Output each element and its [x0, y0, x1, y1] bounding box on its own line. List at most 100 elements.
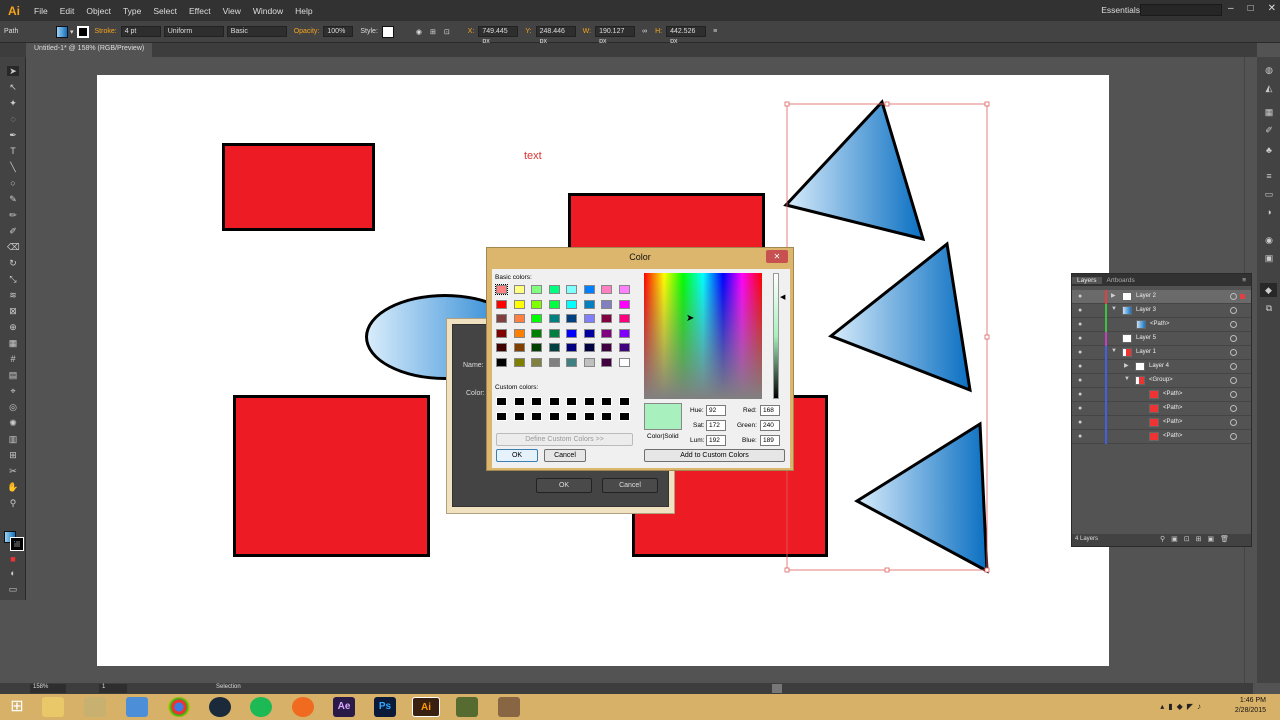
layer-row[interactable]: ● ▼ Layer 3: [1072, 304, 1251, 318]
basic-color-swatch[interactable]: [531, 343, 542, 353]
menu-type[interactable]: Type: [117, 6, 147, 16]
basic-color-swatch[interactable]: [618, 358, 630, 367]
magic-wand-tool-icon[interactable]: ✦: [7, 98, 19, 108]
current-tool-status[interactable]: Selection: [216, 684, 241, 690]
basic-color-swatch[interactable]: [531, 314, 542, 324]
layer-row[interactable]: ● <Path>: [1072, 430, 1251, 444]
free-transform-tool-icon[interactable]: ⊠: [7, 306, 19, 316]
canvas-text-object[interactable]: text: [524, 150, 542, 162]
basic-color-swatch[interactable]: [618, 343, 630, 353]
minimize-icon[interactable]: –: [1228, 3, 1234, 14]
basic-color-swatch[interactable]: [548, 328, 560, 338]
layer-row[interactable]: ● ▶ Layer 2: [1072, 290, 1251, 304]
basic-color-swatch[interactable]: [601, 314, 612, 324]
eye-icon[interactable]: ●: [1078, 321, 1082, 328]
expand-icon[interactable]: ▶: [1111, 292, 1116, 299]
eraser-tool-icon[interactable]: ⌫: [7, 242, 20, 252]
basic-color-swatch[interactable]: [618, 328, 630, 338]
ok-button[interactable]: OK: [496, 449, 538, 462]
collapse-icon[interactable]: ▼: [1124, 376, 1130, 382]
red-rectangle[interactable]: [233, 395, 430, 557]
basic-color-swatch[interactable]: [531, 285, 542, 294]
custom-color-swatch[interactable]: [618, 397, 630, 406]
basic-color-swatch[interactable]: [583, 285, 595, 294]
basic-color-swatch[interactable]: [548, 358, 560, 367]
tab-artboards[interactable]: Artboards: [1102, 277, 1140, 284]
basic-color-swatch[interactable]: [513, 285, 525, 294]
link-proportions-icon[interactable]: ∞: [638, 28, 651, 35]
menu-file[interactable]: File: [28, 6, 54, 16]
basic-color-swatch[interactable]: [583, 299, 595, 309]
origin-icon[interactable]: [292, 697, 314, 717]
lasso-tool-icon[interactable]: ◌: [7, 114, 19, 124]
graphic-style-swatch[interactable]: [381, 25, 394, 38]
custom-color-swatch[interactable]: [583, 397, 595, 406]
collapse-icon[interactable]: ▼: [1111, 306, 1117, 312]
basic-color-swatch[interactable]: [495, 284, 508, 295]
draw-mode-icon[interactable]: ◐: [7, 568, 19, 578]
layer-row[interactable]: ● Layer 5: [1072, 332, 1251, 346]
basic-color-swatch[interactable]: [601, 328, 612, 338]
menu-effect[interactable]: Effect: [183, 6, 217, 16]
basic-color-swatch[interactable]: [548, 299, 560, 309]
fill-swatch[interactable]: [56, 25, 68, 38]
basic-color-swatch[interactable]: [531, 299, 542, 309]
shape-builder-tool-icon[interactable]: ⊕: [7, 322, 19, 332]
stroke-swatch[interactable]: [76, 25, 89, 38]
luminance-arrow-icon[interactable]: ◀: [780, 293, 785, 301]
basic-color-swatch[interactable]: [566, 285, 577, 294]
recolor-icon[interactable]: ◉: [412, 28, 426, 36]
pen-tool-icon[interactable]: ✒: [7, 130, 19, 140]
custom-color-swatch[interactable]: [513, 412, 525, 421]
zoom-field[interactable]: 158%: [30, 684, 66, 693]
layer-row[interactable]: ● <Path>: [1072, 416, 1251, 430]
eye-icon[interactable]: ●: [1078, 419, 1082, 426]
custom-color-swatch[interactable]: [496, 412, 507, 421]
document-tab[interactable]: Untitled-1* @ 158% (RGB/Preview): [26, 43, 153, 57]
eyedropper-tool-icon[interactable]: ⌖: [7, 386, 19, 396]
taskbar-app-icon[interactable]: [456, 697, 478, 717]
paintbrush-tool-icon[interactable]: ✎: [7, 194, 19, 204]
graphic-styles-icon[interactable]: ▣: [1263, 253, 1275, 263]
stroke-color-icon[interactable]: [10, 537, 24, 551]
basic-color-swatch[interactable]: [513, 299, 525, 309]
eye-icon[interactable]: ●: [1078, 335, 1082, 342]
type-tool-icon[interactable]: T: [7, 146, 19, 156]
appearance-icon[interactable]: ◉: [1263, 235, 1275, 245]
pencil-tool-icon[interactable]: ✏: [7, 210, 19, 220]
gradient-panel-icon[interactable]: ▭: [1263, 189, 1275, 199]
basic-color-swatch[interactable]: [618, 299, 630, 309]
hand-tool-icon[interactable]: ✋: [7, 482, 19, 492]
eye-icon[interactable]: ●: [1078, 405, 1082, 412]
illustrator-icon[interactable]: Ai: [412, 697, 440, 717]
color-mode-icon[interactable]: ■: [7, 554, 19, 564]
h-field[interactable]: 442.526 px: [666, 26, 707, 45]
tab-layers[interactable]: Layers: [1072, 276, 1102, 284]
menu-select[interactable]: Select: [147, 6, 183, 16]
sat-field[interactable]: 172: [706, 420, 726, 431]
layer-action-icons[interactable]: ⚲▣⊡⊞▣🗑: [1160, 535, 1235, 543]
custom-color-swatch[interactable]: [531, 397, 542, 406]
search-input[interactable]: [1140, 4, 1222, 16]
menu-window[interactable]: Window: [247, 6, 289, 16]
align-icon[interactable]: ⊞: [426, 28, 440, 36]
red-field[interactable]: 168: [760, 405, 780, 416]
artboards-panel-icon[interactable]: ⧉: [1263, 303, 1275, 313]
cancel-button[interactable]: Cancel: [544, 449, 586, 462]
basic-color-swatch[interactable]: [496, 314, 507, 324]
target-icon[interactable]: [1230, 405, 1237, 412]
y-field[interactable]: 248.446 px: [535, 26, 576, 45]
file-explorer-icon[interactable]: [42, 697, 64, 717]
eye-icon[interactable]: ●: [1078, 433, 1082, 440]
panel-menu-icon[interactable]: ≡: [709, 28, 721, 35]
target-icon[interactable]: [1230, 391, 1237, 398]
warp-tool-icon[interactable]: ≋: [7, 290, 19, 300]
basic-color-swatch[interactable]: [601, 285, 612, 294]
basic-color-swatch[interactable]: [566, 299, 577, 309]
artboard-tool-icon[interactable]: ⊞: [7, 450, 19, 460]
expand-icon[interactable]: ▶: [1124, 362, 1129, 369]
hue-field[interactable]: 92: [706, 405, 726, 416]
stroke-label[interactable]: Stroke:: [91, 28, 121, 35]
photoshop-icon[interactable]: Ps: [374, 697, 396, 717]
blob-brush-tool-icon[interactable]: ✐: [7, 226, 19, 236]
